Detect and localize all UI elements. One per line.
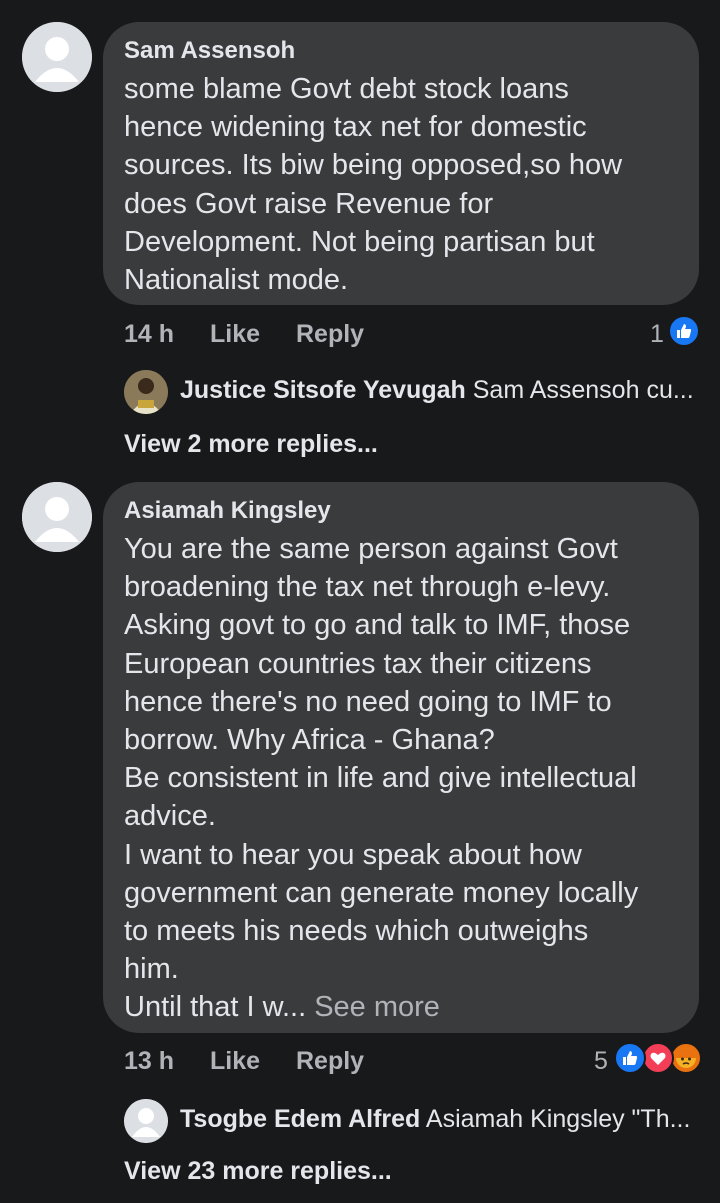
love-icon bbox=[642, 1042, 674, 1074]
default-user-icon bbox=[22, 482, 92, 552]
comment-author[interactable]: Asiamah Kingsley bbox=[124, 496, 677, 526]
comment-body: You are the same person against Govt bro… bbox=[124, 533, 639, 1024]
like-button[interactable]: Like bbox=[210, 320, 260, 349]
user-photo-icon bbox=[124, 370, 168, 414]
replier-avatar[interactable] bbox=[124, 370, 168, 414]
default-user-icon bbox=[124, 1099, 168, 1143]
comment-bubble: Sam Assensoh some blame Govt debt stock … bbox=[103, 22, 699, 305]
default-user-icon bbox=[22, 22, 92, 92]
comment-text: You are the same person against Govt bro… bbox=[124, 530, 677, 1027]
reply-button[interactable]: Reply bbox=[296, 1047, 364, 1076]
comment-timestamp[interactable]: 13 h bbox=[124, 1047, 174, 1076]
view-more-replies[interactable]: View 23 more replies... bbox=[124, 1157, 392, 1186]
reaction-count[interactable]: 1 bbox=[650, 320, 664, 349]
reply-preview-text: Justice Sitsofe Yevugah Sam Assensoh cu.… bbox=[180, 376, 694, 405]
like-icon bbox=[668, 315, 700, 347]
reply-preview-text: Tsogbe Edem Alfred Asiamah Kingsley "Th.… bbox=[180, 1105, 690, 1134]
reply-button[interactable]: Reply bbox=[296, 320, 364, 349]
reaction-count[interactable]: 5 bbox=[594, 1047, 608, 1076]
reply-snippet: Sam Assensoh cu... bbox=[472, 376, 694, 404]
comment-timestamp[interactable]: 14 h bbox=[124, 320, 174, 349]
like-button[interactable]: Like bbox=[210, 1047, 260, 1076]
angry-icon bbox=[670, 1042, 702, 1074]
comment-author[interactable]: Sam Assensoh bbox=[124, 36, 677, 66]
comment-text: some blame Govt debt stock loans hence w… bbox=[124, 73, 623, 297]
see-more-link[interactable]: See more bbox=[314, 991, 440, 1023]
replier-avatar[interactable] bbox=[124, 1099, 168, 1143]
reply-author[interactable]: Justice Sitsofe Yevugah bbox=[180, 376, 466, 404]
like-icon bbox=[614, 1042, 646, 1074]
comment-bubble: Asiamah Kingsley You are the same person… bbox=[103, 482, 699, 1033]
commenter-avatar[interactable] bbox=[22, 482, 92, 552]
commenter-avatar[interactable] bbox=[22, 22, 92, 92]
view-more-replies[interactable]: View 2 more replies... bbox=[124, 430, 378, 459]
reply-author[interactable]: Tsogbe Edem Alfred bbox=[180, 1105, 420, 1133]
reply-snippet: Asiamah Kingsley "Th... bbox=[425, 1105, 691, 1133]
